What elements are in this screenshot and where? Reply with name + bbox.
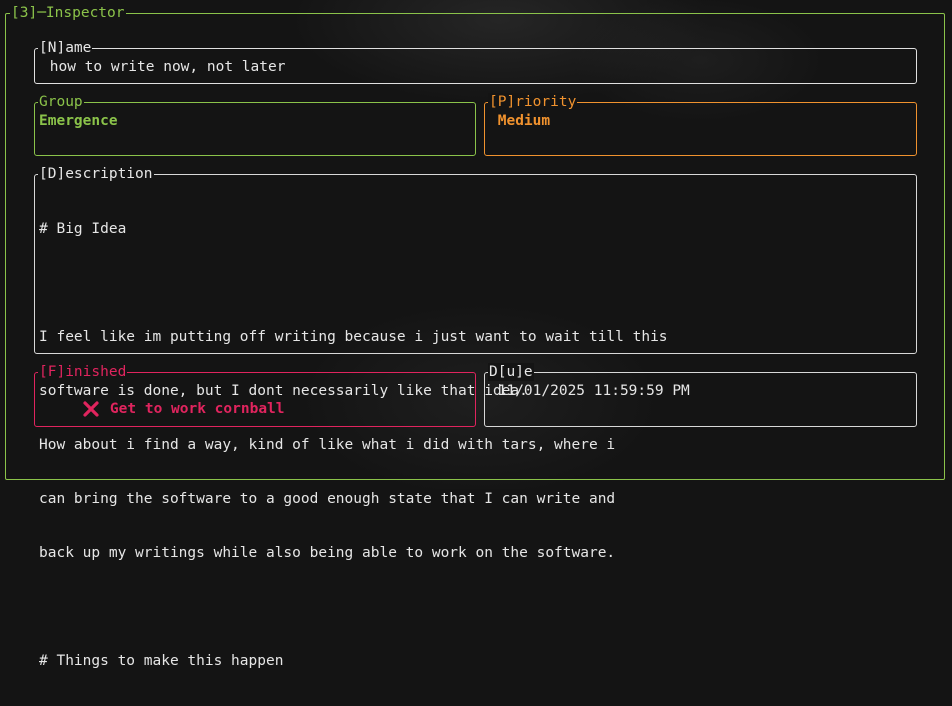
finished-label: [F]inished bbox=[38, 363, 127, 381]
description-field[interactable]: [D]escription # Big Idea I feel like im … bbox=[34, 174, 917, 354]
name-label: [N]ame bbox=[38, 39, 92, 57]
x-mark-icon bbox=[82, 400, 100, 418]
description-line: I feel like im putting off writing becau… bbox=[39, 328, 668, 346]
description-text[interactable]: # Big Idea I feel like im putting off wr… bbox=[39, 184, 668, 706]
name-value[interactable]: how to write now, not later bbox=[41, 58, 285, 76]
group-label: Group bbox=[38, 93, 84, 111]
priority-field[interactable]: [P]riority Medium bbox=[484, 102, 917, 156]
due-label: D[u]e bbox=[488, 363, 534, 381]
due-field[interactable]: D[u]e 11/01/2025 11:59:59 PM bbox=[484, 372, 917, 427]
finished-item[interactable]: Get to work cornball bbox=[47, 382, 285, 436]
group-value[interactable]: Emergence bbox=[39, 112, 118, 130]
description-line: # Big Idea bbox=[39, 220, 668, 238]
description-label: [D]escription bbox=[38, 165, 154, 183]
group-field[interactable]: Group Emergence bbox=[34, 102, 476, 156]
description-line: back up my writings while also being abl… bbox=[39, 544, 668, 562]
finished-field[interactable]: [F]inished Get to work cornball bbox=[34, 372, 476, 427]
description-line: How about i find a way, kind of like wha… bbox=[39, 436, 668, 454]
description-line: # Things to make this happen bbox=[39, 652, 668, 670]
priority-label: [P]riority bbox=[488, 93, 577, 111]
description-line bbox=[39, 274, 668, 292]
inspector-title: [3]─Inspector bbox=[10, 4, 126, 22]
description-line: can bring the software to a good enough … bbox=[39, 490, 668, 508]
priority-value[interactable]: Medium bbox=[489, 112, 550, 130]
finished-value: Get to work cornball bbox=[110, 401, 285, 417]
due-value[interactable]: 11/01/2025 11:59:59 PM bbox=[489, 382, 690, 400]
name-field[interactable]: [N]ame how to write now, not later bbox=[34, 48, 917, 84]
description-line bbox=[39, 598, 668, 616]
